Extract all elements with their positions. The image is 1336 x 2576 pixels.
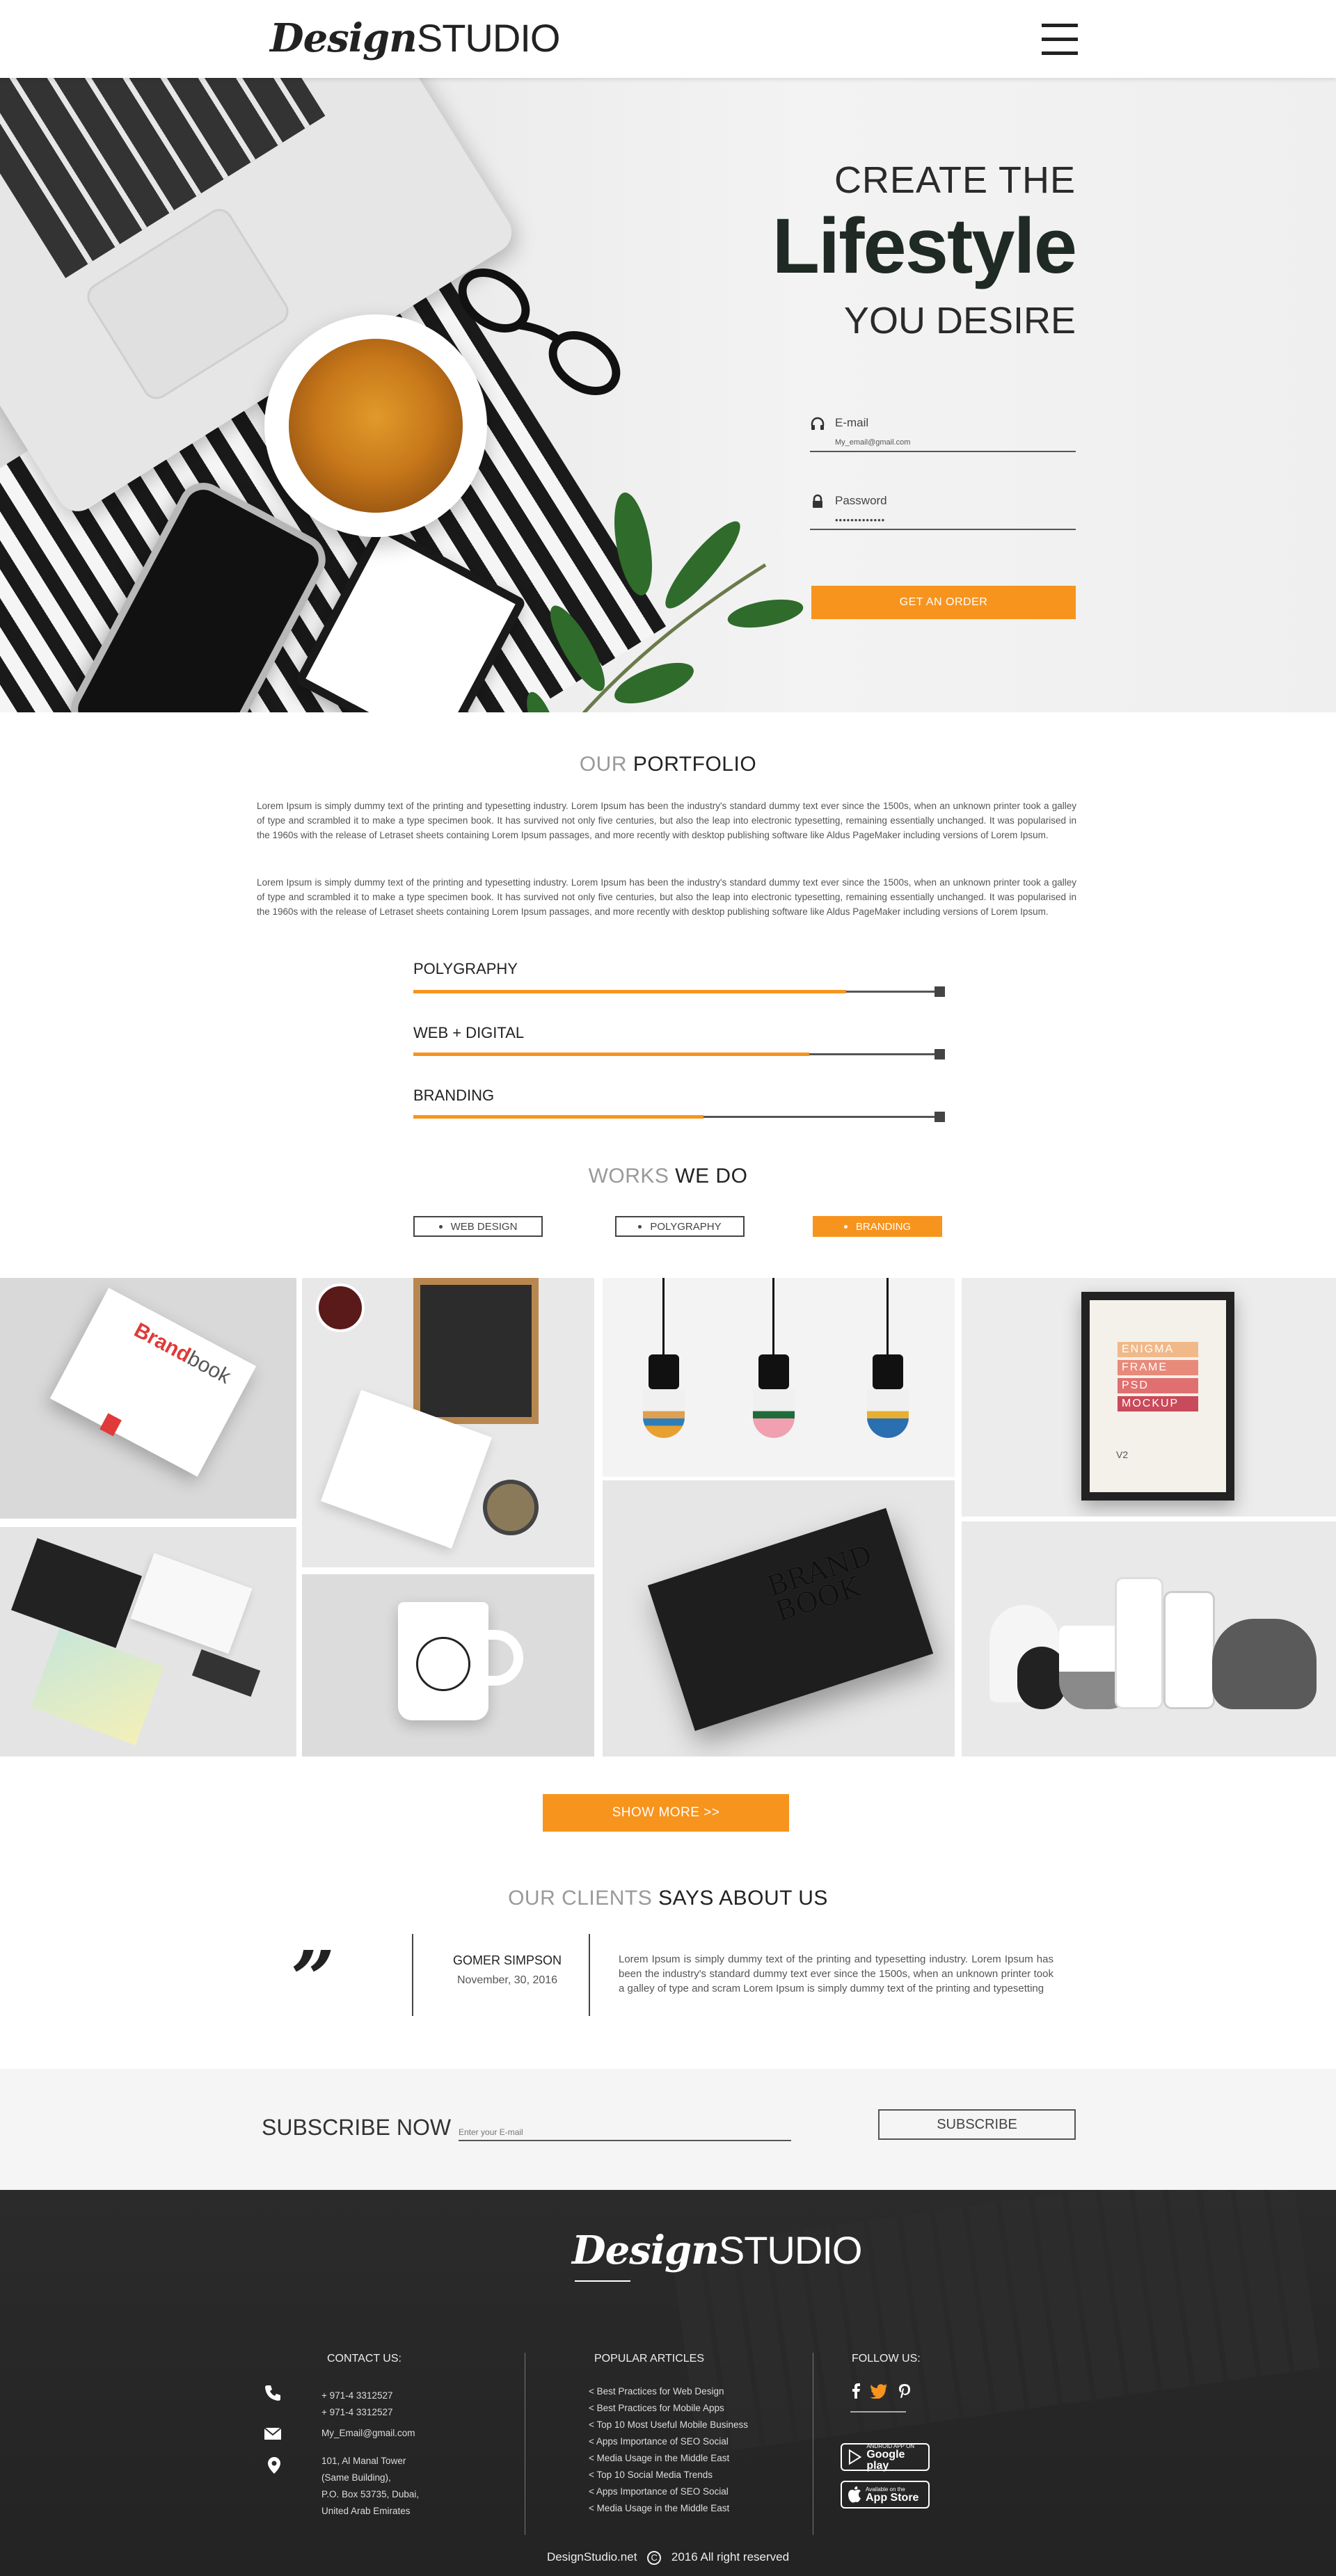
address-line-2: (Same Building), [321,2472,391,2483]
testimonials-title: OUR CLIENTS SAYS ABOUT US [508,1887,828,1910]
hero-line1: CREATE THE [834,159,1076,201]
skill-fill [413,1053,809,1056]
coffee-image [289,339,463,513]
copyright-text: 2016 All right reserved [671,2550,790,2563]
footer-logo[interactable]: DesignSTUDIO [572,2227,862,2273]
gallery-mug[interactable] [302,1574,594,1757]
gallery-stationery[interactable] [0,1527,296,1757]
contact-heading: CONTACT US: [327,2353,401,2365]
footer-logo-underline [575,2280,630,2282]
get-order-button[interactable]: GET AN ORDER [811,586,1076,619]
article-link[interactable]: < Media Usage in the Middle East [589,2500,729,2517]
email-label: E-mail [835,416,869,429]
skill-fill [413,990,846,993]
location-pin-icon [268,2457,280,2474]
facebook-icon[interactable] [850,2383,861,2399]
gallery-brand-book[interactable]: BRAND BOOK [603,1480,955,1757]
skill-fill [413,1115,703,1119]
testimonial-date: November, 30, 2016 [456,1974,558,1986]
headphones-icon [811,417,825,430]
gallery-coaster-branding[interactable] [302,1278,594,1567]
skill-handle[interactable] [935,1112,945,1122]
address-line-1: 101, Al Manal Tower [321,2456,406,2466]
article-link[interactable]: < Apps Importance of SEO Social [589,2483,729,2500]
footer-email[interactable]: My_Email@gmail.com [321,2425,415,2442]
filter-polygraphy[interactable]: POLYGRAPHY [615,1216,745,1237]
subscribe-title: SUBSCRIBE NOW [262,2115,452,2140]
apple-icon [848,2486,861,2503]
lock-icon [813,494,822,508]
play-icon [848,2449,862,2465]
article-link[interactable]: < Apps Importance of SEO Social [589,2433,729,2450]
menu-icon[interactable] [1042,22,1078,56]
hero-line2: Lifestyle [772,202,1077,289]
google-play-badge[interactable]: ANDROID APP ON Google play [841,2443,930,2471]
password-value[interactable]: ••••••••••••• [835,515,885,525]
article-link[interactable]: < Top 10 Most Useful Mobile Business [589,2417,748,2433]
hero-section: CREATE THE Lifestyle YOU DESIRE E-mail M… [0,78,1336,712]
subscribe-button[interactable]: SUBSCRIBE [878,2109,1076,2140]
address-line-4: United Arab Emirates [321,2506,411,2516]
articles-heading: POPULAR ARTICLES [594,2353,704,2365]
follow-heading: FOLLOW US: [852,2353,921,2365]
quote-icon: ” [291,1934,335,2024]
article-link[interactable]: < Media Usage in the Middle East [589,2450,729,2467]
article-link[interactable]: < Best Practices for Mobile Apps [589,2400,724,2417]
skill-handle[interactable] [935,986,945,997]
divider [589,1934,590,2016]
portfolio-paragraph-1: Lorem Ipsum is simply dummy text of the … [257,801,1076,840]
show-more-button[interactable]: SHOW MORE >> [543,1794,789,1832]
skill-handle[interactable] [935,1049,945,1059]
hero-line3: YOU DESIRE [843,300,1076,342]
portfolio-title: OUR PORTFOLIO [579,753,757,776]
app-store-badge[interactable]: Available on the App Store [841,2481,930,2509]
logo-bold: Design [270,15,418,61]
copyright: DesignStudio.net C 2016 All right reserv… [0,2550,1336,2565]
email-field[interactable]: E-mail My_email@gmail.com [810,416,1076,452]
works-title: WORKS WE DO [588,1165,748,1187]
filter-web-design[interactable]: WEB DESIGN [413,1216,543,1237]
filter-branding[interactable]: BRANDING [813,1216,942,1237]
divider [412,1934,413,2016]
phone-2[interactable]: + 971-4 3312527 [321,2404,392,2421]
site-header: DesignSTUDIO [0,0,1336,78]
portfolio-paragraph-2: Lorem Ipsum is simply dummy text of the … [257,877,1076,917]
phone-1[interactable]: + 971-4 3312527 [321,2387,392,2404]
password-field[interactable]: Password ••••••••••••• [810,494,1076,530]
gallery-frame-mockup[interactable]: ENIGMA FRAME PSD MOCKUP V2 [962,1278,1336,1517]
logo-thin: STUDIO [416,16,561,60]
copyright-icon: C [647,2550,662,2565]
mail-icon [264,2427,282,2440]
subscribe-email-input[interactable] [459,2125,791,2141]
address-line-3: P.O. Box 53735, Dubai, [321,2489,420,2499]
plant-image [527,493,804,712]
pinterest-icon[interactable] [898,2383,912,2399]
email-value[interactable]: My_email@gmail.com [835,438,910,447]
skill-bar-web-digital [413,1049,945,1059]
testimonial-name: GOMER SIMPSON [452,1953,562,1967]
skill-label-web-digital: WEB + DIGITAL [413,1024,525,1041]
article-link[interactable]: < Top 10 Social Media Trends [589,2467,713,2483]
gallery-brandbook[interactable]: Brandbook [0,1278,296,1519]
gallery-bulbs[interactable] [603,1278,955,1477]
testimonial-text: Lorem Ipsum is simply dummy text of the … [619,1953,1053,1994]
glasses-image [458,269,621,395]
gallery-devices[interactable] [962,1521,1336,1757]
skill-label-polygraphy: POLYGRAPHY [413,960,518,977]
phone-icon [265,2385,280,2401]
twitter-icon[interactable] [870,2383,888,2399]
password-label: Password [835,494,887,507]
skill-bar-polygraphy [413,986,945,997]
skill-label-branding: BRANDING [413,1087,495,1104]
logo[interactable]: DesignSTUDIO [270,15,561,61]
follow-underline [850,2411,906,2413]
article-link[interactable]: < Best Practices for Web Design [589,2383,724,2400]
copyright-site[interactable]: DesignStudio.net [547,2550,637,2563]
skill-bar-branding [413,1112,945,1122]
